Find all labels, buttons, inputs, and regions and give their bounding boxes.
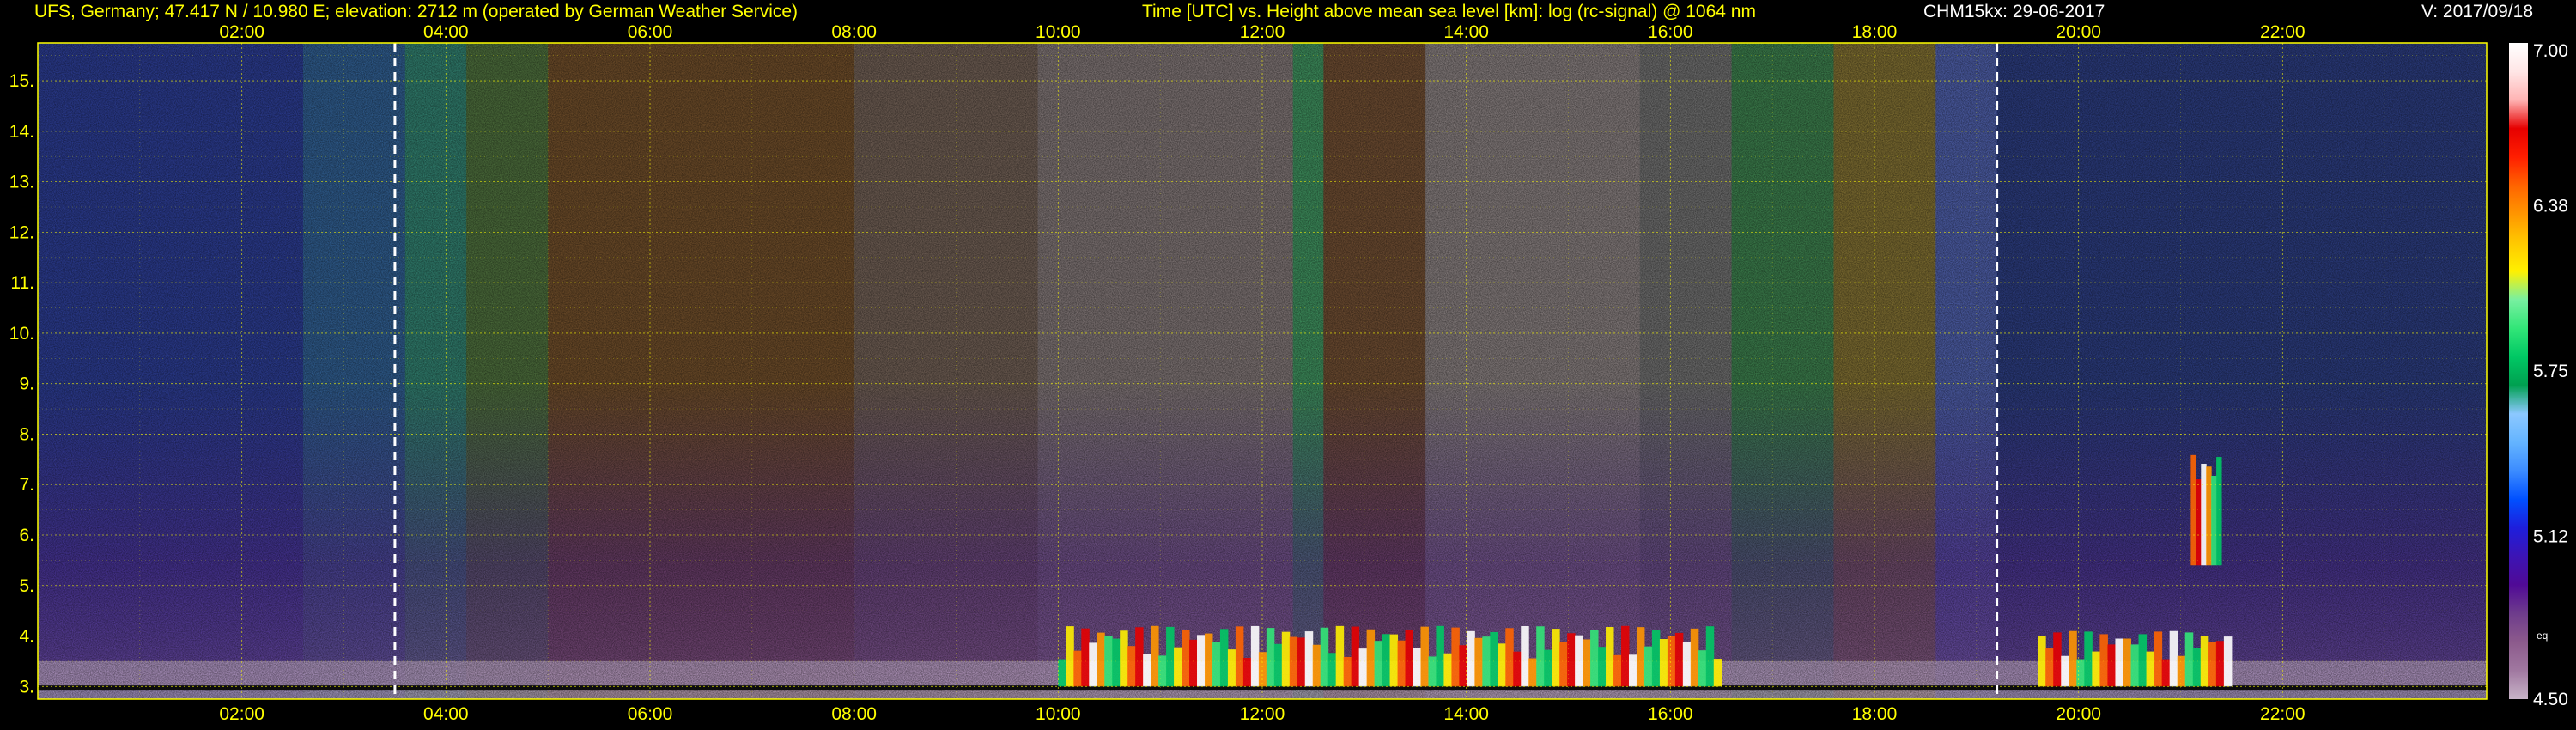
y-tick-label: 8. [19,424,34,444]
x-tick-label-bottom: 14:00 [1443,704,1489,724]
x-tick-label-bottom: 08:00 [831,704,877,724]
x-tick-label-top: 10:00 [1036,22,1081,42]
x-tick-labels-top: 02:00 04:00 06:00 08:00 10:00 12:00 14:00 16:00… [219,22,2305,42]
x-tick-label-bottom: 22:00 [2260,704,2306,724]
x-tick-label-bottom: 12:00 [1240,704,1285,724]
colorbar-tick-label: 4.50 [2533,690,2568,709]
x-tick-label-top: 06:00 [628,22,673,42]
colorbar-tick-label: 7.00 [2533,41,2568,61]
y-tick-label: 11. [10,273,34,293]
x-tick-label-top: 08:00 [831,22,877,42]
y-tick-label: 7. [19,475,34,495]
colorbar: 7.00 6.38 5.75 5.12 4.50 eq [2509,41,2568,709]
x-tick-label-bottom: 18:00 [1852,704,1898,724]
cloud-layer [1058,625,1722,687]
y-tick-label: 12. [9,222,34,242]
x-tick-label-bottom: 16:00 [1648,704,1693,724]
colorbar-tick-labels: 7.00 6.38 5.75 5.12 4.50 [2533,41,2568,709]
y-tick-labels: 3. 4. 5. 6. 7. 8. 9. 10. 11. 12. 13. 14. 15. [9,71,34,697]
version-label: V: 2017/09/18 [2421,2,2533,21]
x-tick-label-bottom: 06:00 [628,704,673,724]
x-tick-label-bottom: 02:00 [219,704,264,724]
x-tick-labels-bottom: 02:00 04:00 06:00 08:00 10:00 12:00 14:00 16:00… [219,704,2305,724]
x-tick-label-bottom: 20:00 [2056,704,2101,724]
y-tick-label: 3. [19,677,34,697]
y-tick-label: 9. [19,374,34,394]
station-label: UFS, Germany; 47.417 N / 10.980 E; eleva… [34,2,798,21]
y-tick-label: 13. [9,173,34,192]
y-tick-label: 15. [9,71,34,91]
y-tick-label: 6. [19,526,34,545]
x-tick-label-top: 02:00 [219,22,264,42]
colorbar-tick-label: 5.12 [2533,527,2568,547]
instrument-label: CHM15kx: 29-06-2017 [1923,2,2105,21]
x-tick-label-bottom: 04:00 [423,704,469,724]
x-tick-label-top: 14:00 [1443,22,1489,42]
x-tick-label-top: 16:00 [1648,22,1693,42]
x-tick-label-top: 04:00 [423,22,469,42]
y-tick-label: 14. [9,122,34,142]
cloud-layer [2190,454,2222,566]
colorbar-tick-label: 5.75 [2533,362,2568,381]
x-tick-label-top: 18:00 [1852,22,1898,42]
chart-title: Time [UTC] vs. Height above mean sea lev… [1142,2,1756,21]
colorbar-scale [2509,43,2528,699]
y-tick-label: 10. [9,324,34,344]
y-tick-label: 5. [19,576,34,596]
x-tick-label-top: 12:00 [1240,22,1285,42]
x-tick-label-top: 20:00 [2056,22,2101,42]
x-tick-label-top: 22:00 [2260,22,2306,42]
colorbar-tick-label: 6.38 [2533,196,2568,216]
y-tick-label: 4. [19,627,34,647]
x-tick-label-bottom: 10:00 [1036,704,1081,724]
colorbar-side-label: eq [2537,630,2548,642]
lidar-chart: 02:00 04:00 06:00 08:00 10:00 12:00 14:00 16:00… [9,2,2568,724]
